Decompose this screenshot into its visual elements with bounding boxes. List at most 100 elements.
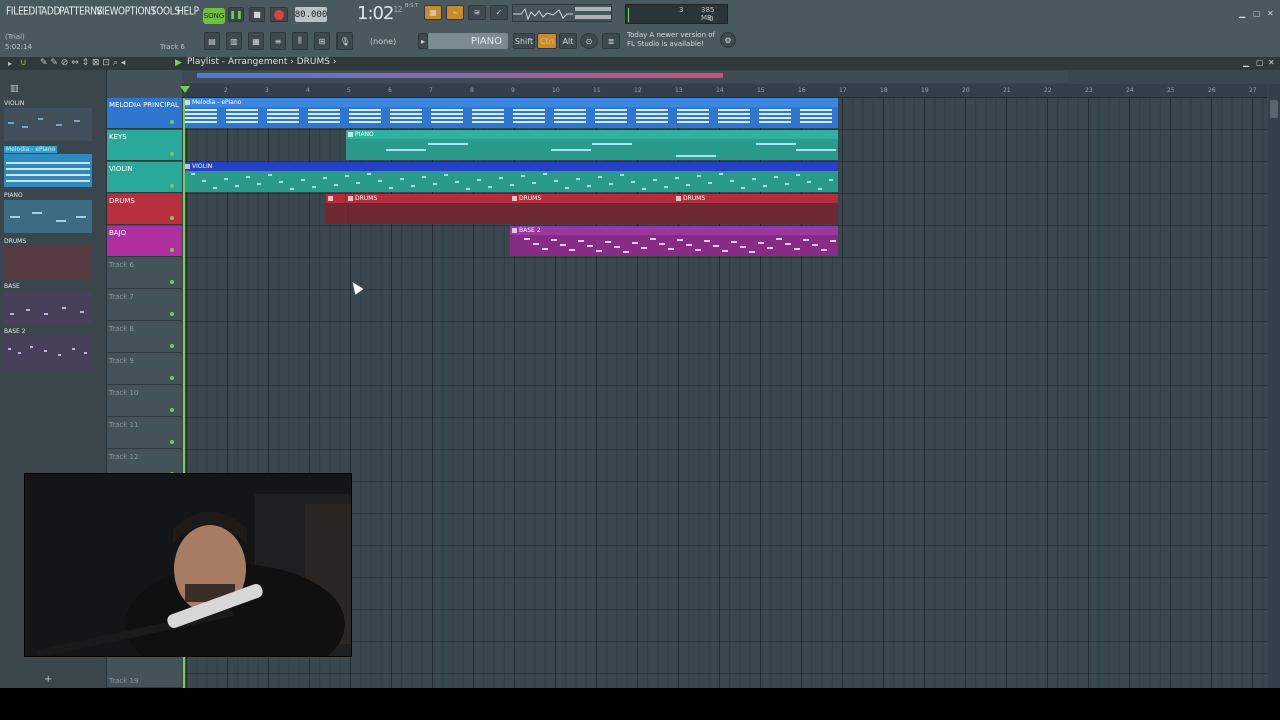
cpu-value: 3 <box>679 6 684 14</box>
pause-button[interactable]: ❚❚ <box>228 7 244 22</box>
piano-roll-button[interactable]: ▥ <box>226 32 242 50</box>
record-button[interactable] <box>270 7 288 22</box>
track-name: Track 10 <box>109 389 139 397</box>
playlist-title-text: Playlist - Arrangement <box>187 57 288 67</box>
track-header-10[interactable]: Track 10 <box>107 386 182 417</box>
channel-rack-button[interactable]: ▦ <box>248 32 264 50</box>
playlist-maximize-icon[interactable]: ▢ <box>1256 58 1266 67</box>
track-header-9[interactable]: Track 9 <box>107 354 182 385</box>
track-mute-led[interactable] <box>170 184 174 188</box>
overview-range[interactable] <box>197 73 723 78</box>
ruler-bar-number: 25 <box>1167 87 1175 94</box>
track-mute-led[interactable] <box>170 312 174 316</box>
wait-button[interactable]: ≋ <box>468 5 486 20</box>
bottom-bar <box>0 688 1280 720</box>
close-icon[interactable]: ✕ <box>1267 9 1277 18</box>
vertical-scrollbar[interactable] <box>1268 84 1280 688</box>
track-mute-led[interactable] <box>170 120 174 124</box>
track-mute-led[interactable] <box>170 440 174 444</box>
track-header-7[interactable]: Track 7 <box>107 290 182 321</box>
clip-piano[interactable]: PIANO <box>346 130 838 160</box>
pattern-label: BASE <box>4 283 20 290</box>
plugin-picker-button[interactable]: ⊞ <box>314 32 330 50</box>
ruler-bar-number: 13 <box>675 87 683 94</box>
mixer-button[interactable]: ⫼ <box>292 32 308 50</box>
track-mute-led[interactable] <box>170 344 174 348</box>
preset-selector[interactable]: (none) <box>370 34 414 48</box>
clip-base2[interactable]: BASE 2 <box>510 226 838 256</box>
track-mute-led[interactable] <box>170 216 174 220</box>
clip-melodia[interactable]: Melodia - ePiano <box>183 98 838 128</box>
clip-title: DRUMS <box>346 194 510 203</box>
ruler-bar-number: 20 <box>962 87 970 94</box>
track-header-violin[interactable]: VIOLIN <box>107 162 182 193</box>
ruler-bar-number: 2 <box>224 87 228 94</box>
clip-violin[interactable]: VIOLIN <box>183 162 838 192</box>
track-header-19[interactable]: Track 19 <box>107 674 182 688</box>
microphone-button[interactable]: 🎙 <box>337 32 353 50</box>
menu-edit[interactable]: EDIT <box>23 6 43 18</box>
track-header-bajo[interactable]: BAJO <box>107 226 182 257</box>
alt-key-button[interactable]: Alt <box>559 33 577 49</box>
arrow-icon[interactable]: ▸ <box>8 59 12 68</box>
track-header-keys[interactable]: KEYS <box>107 130 182 161</box>
playlist-view-button[interactable]: ▤ <box>204 32 220 50</box>
shift-key-button[interactable]: Shift <box>513 33 535 49</box>
track-mute-led[interactable] <box>170 408 174 412</box>
playlist-header: ▸ ∪ ✎ ✎ ⊘ ⇔ ⇕ ⊠ ⊡ ⌕ ◂ ▶ Playlist - Arran… <box>0 57 1280 70</box>
countdown-button[interactable]: ⌁ <box>446 5 464 20</box>
menu-file[interactable]: FILE <box>6 6 24 18</box>
song-mode-toggle[interactable]: SONG <box>203 8 225 24</box>
ruler-bar-number: 15 <box>757 87 765 94</box>
track-mute-led[interactable] <box>170 376 174 380</box>
news-panel[interactable]: Today A newer version of FL Studio is ava… <box>627 31 715 49</box>
timeline-ruler[interactable]: 2 3 4 5 6 7 8 9 10 11 12 13 14 15 16 17 18 19 20 21 22 23 24 25… <box>182 84 1267 98</box>
prev-instrument-button[interactable]: ▸ <box>418 33 428 49</box>
track-header-melodia[interactable]: MELODIA PRINCIPAL <box>107 98 182 129</box>
clip-drums-1[interactable]: DRUMS <box>346 194 510 224</box>
clip-drums-3[interactable]: DRUMS <box>674 194 838 224</box>
metronome-button[interactable]: ▦ <box>424 5 442 20</box>
pattern-picker-icon[interactable]: ▥ <box>10 84 19 94</box>
menu-tools[interactable]: TOOLS <box>151 6 180 18</box>
minimize-icon[interactable]: ▁ <box>1239 9 1249 18</box>
draw-tool-icon[interactable]: ✎ ✎ ⊘ ⇔ ⇕ ⊠ ⊡ ⌕ ◂ <box>40 58 125 68</box>
playlist-close-icon[interactable]: ✕ <box>1268 58 1278 67</box>
play-arrangement-icon[interactable]: ▶ <box>175 58 182 68</box>
loop-record-button[interactable]: ✓ <box>490 5 508 20</box>
update-icon[interactable]: ⚙ <box>720 32 736 48</box>
clip-title: DRUMS <box>674 194 838 203</box>
track-mute-led[interactable] <box>170 248 174 252</box>
clip-drums-fill[interactable] <box>326 194 345 224</box>
ctrl-key-button[interactable]: Ctrl <box>537 33 557 49</box>
menu-help[interactable]: HELP <box>177 6 199 18</box>
add-pattern-icon[interactable]: + <box>44 674 52 685</box>
instrument-selector[interactable]: PIANO <box>428 33 508 49</box>
maximize-icon[interactable]: ▢ <box>1253 9 1263 18</box>
browser-button[interactable]: ≡ <box>270 32 286 50</box>
trial-time: 5:02:14 <box>5 43 32 51</box>
hint-track: Track 6 <box>160 43 185 51</box>
track-name: Track 7 <box>109 293 134 301</box>
playlist-minimize-icon[interactable]: ▁ <box>1243 58 1253 67</box>
menu-add[interactable]: ADD <box>41 6 60 18</box>
webcam-video <box>25 474 351 656</box>
track-header-8[interactable]: Track 8 <box>107 322 182 353</box>
track-header-drums[interactable]: DRUMS <box>107 194 182 225</box>
magnet-icon[interactable]: ∪ <box>20 58 27 68</box>
arrangement-overview[interactable] <box>182 71 1068 83</box>
scroll-thumb[interactable] <box>1270 100 1278 118</box>
menu-view[interactable]: VIEW <box>96 6 119 18</box>
clip-title <box>326 194 345 203</box>
tempo-tap-button[interactable]: ⊙ <box>580 33 598 49</box>
news-button[interactable]: ≣ <box>602 33 620 49</box>
clip-drums-2[interactable]: DRUMS <box>510 194 674 224</box>
webcam-overlay <box>24 473 352 657</box>
track-header-11[interactable]: Track 11 <box>107 418 182 449</box>
stop-button[interactable]: ■ <box>249 7 265 22</box>
track-mute-led[interactable] <box>170 152 174 156</box>
tempo-display[interactable]: 80.000 <box>295 7 327 22</box>
playhead-marker-icon[interactable] <box>180 86 190 93</box>
track-mute-led[interactable] <box>170 280 174 284</box>
track-header-6[interactable]: Track 6 <box>107 258 182 289</box>
